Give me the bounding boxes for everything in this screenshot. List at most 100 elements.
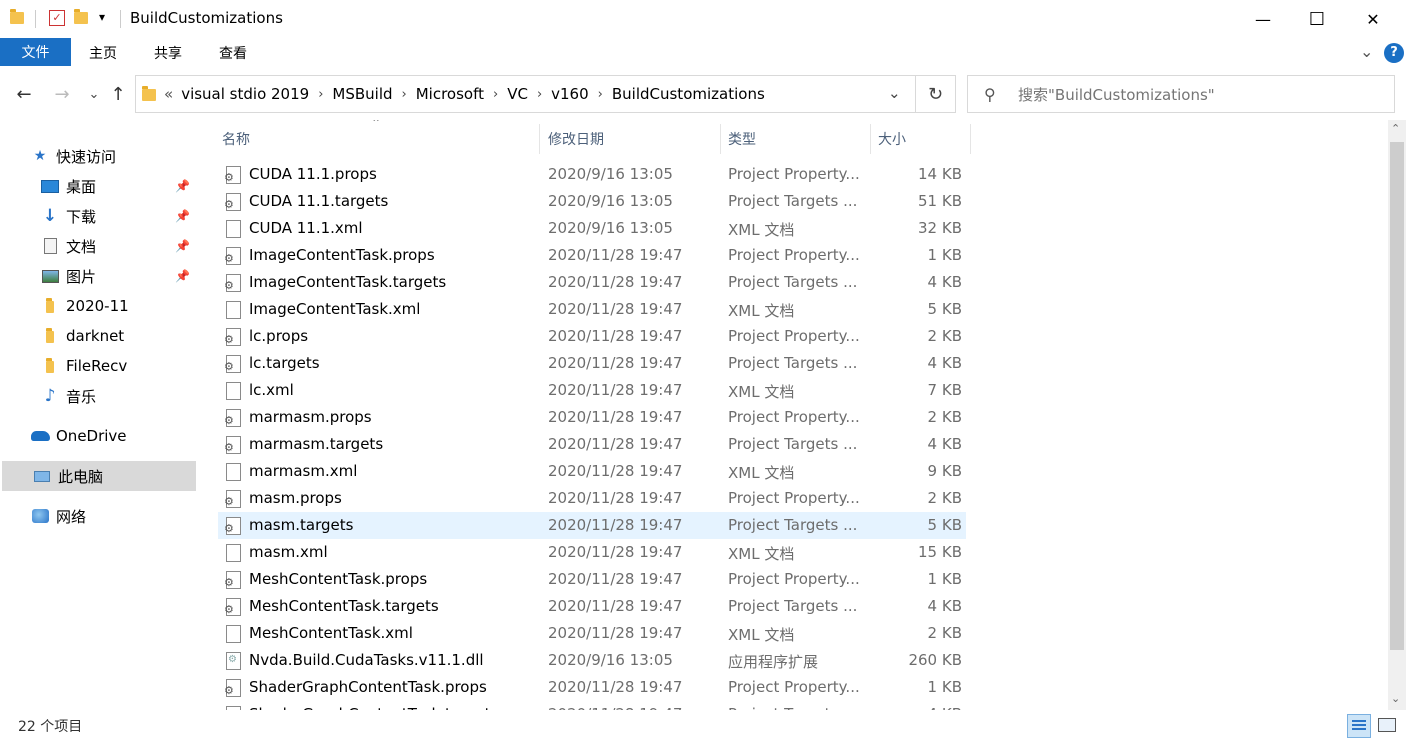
- address-dropdown-icon[interactable]: ⌄: [888, 84, 901, 102]
- vertical-scrollbar[interactable]: ⌃ ⌄: [1388, 120, 1406, 710]
- file-size: 2 KB: [927, 408, 962, 426]
- scroll-up-icon[interactable]: ⌃: [1391, 122, 1400, 135]
- up-button[interactable]: ↑: [106, 82, 130, 106]
- file-row[interactable]: CUDA 11.1.props 2020/9/16 13:05 Project Pr…: [218, 161, 966, 188]
- column-header-name[interactable]: 名称: [222, 124, 542, 154]
- sidebar-item-quick-access[interactable]: ★ 快速访问: [30, 141, 224, 171]
- file-row[interactable]: Nvda.Build.CudaTasks.v11.1.dll 2020/9/16 …: [218, 647, 966, 674]
- properties-icon[interactable]: ✓: [49, 10, 65, 26]
- sidebar-item-network[interactable]: 网络: [30, 501, 196, 531]
- file-row[interactable]: ImageContentTask.props 2020/11/28 19:47 Pr…: [218, 242, 966, 269]
- file-type: Project Property...: [728, 678, 860, 696]
- sidebar-item-darknet[interactable]: darknet: [40, 321, 196, 351]
- column-header-size[interactable]: 大小: [878, 124, 968, 154]
- tab-share[interactable]: 共享: [143, 40, 193, 66]
- project-file-icon: [224, 517, 241, 535]
- sidebar-item-downloads[interactable]: ↓ 下载 📌: [40, 201, 196, 231]
- file-row[interactable]: ImageContentTask.xml 2020/11/28 19:47 XML …: [218, 296, 966, 323]
- minimize-button[interactable]: —: [1236, 0, 1290, 38]
- pin-icon[interactable]: 📌: [175, 179, 190, 193]
- sidebar-item-pictures[interactable]: 图片 📌: [40, 261, 196, 291]
- pin-icon[interactable]: 📌: [175, 209, 190, 223]
- address-bar[interactable]: « visual stdio 2019 › MSBuild › Microsof…: [135, 75, 916, 113]
- sidebar-item-2020-11[interactable]: 2020-11: [40, 291, 196, 321]
- close-button[interactable]: ✕: [1346, 0, 1400, 38]
- star-icon: ★: [33, 148, 47, 164]
- sidebar-item-label: OneDrive: [56, 427, 127, 445]
- new-folder-icon[interactable]: [74, 9, 90, 26]
- file-row[interactable]: MeshContentTask.props 2020/11/28 19:47 Pro…: [218, 566, 966, 593]
- sidebar-item-label: 图片: [66, 267, 97, 286]
- breadcrumb-item[interactable]: MSBuild: [332, 85, 392, 103]
- sidebar-item-documents[interactable]: 文档 📌: [40, 231, 196, 261]
- recent-locations-button[interactable]: ⌄: [82, 82, 106, 106]
- file-row[interactable]: marmasm.xml 2020/11/28 19:47 XML 文档 9 KB: [218, 458, 966, 485]
- file-name: ImageContentTask.xml: [249, 300, 421, 318]
- search-input[interactable]: [1018, 84, 1378, 106]
- file-row[interactable]: MeshContentTask.targets 2020/11/28 19:47 P…: [218, 593, 966, 620]
- chevron-right-icon[interactable]: ›: [537, 87, 542, 102]
- ribbon: 文件 主页 共享 查看 ⌄ ?: [0, 38, 1408, 68]
- file-row[interactable]: CUDA 11.1.xml 2020/9/16 13:05 XML 文档 32 KB: [218, 215, 966, 242]
- file-row[interactable]: MeshContentTask.xml 2020/11/28 19:47 XML 文…: [218, 620, 966, 647]
- file-row[interactable]: CUDA 11.1.targets 2020/9/16 13:05 Project …: [218, 188, 966, 215]
- file-name: lc.xml: [249, 381, 294, 399]
- search-box: ⚲: [967, 75, 1395, 113]
- quick-access-dropdown[interactable]: ▾: [99, 10, 105, 24]
- refresh-button[interactable]: ↻: [916, 75, 956, 113]
- breadcrumb-item[interactable]: Microsoft: [416, 85, 484, 103]
- column-divider[interactable]: [970, 124, 971, 154]
- chevron-right-icon[interactable]: ›: [598, 87, 603, 102]
- pin-icon[interactable]: 📌: [175, 239, 190, 253]
- ribbon-expand-icon[interactable]: ⌄: [1360, 42, 1373, 61]
- file-row[interactable]: marmasm.targets 2020/11/28 19:47 Project T…: [218, 431, 966, 458]
- pin-icon[interactable]: 📌: [175, 269, 190, 283]
- help-icon[interactable]: ?: [1384, 43, 1404, 63]
- navigation-pane: ★ 快速访问 桌面 📌 ↓ 下载 📌 文档 📌 图片 📌 2020-11 dar…: [0, 120, 200, 700]
- column-divider[interactable]: [720, 124, 721, 154]
- sidebar-item-this-pc[interactable]: 此电脑: [2, 461, 196, 491]
- file-row[interactable]: masm.targets 2020/11/28 19:47 Project Targ…: [218, 512, 966, 539]
- forward-button[interactable]: →: [50, 82, 74, 106]
- sidebar-item-filerecv[interactable]: FileRecv: [40, 351, 196, 381]
- breadcrumb-item[interactable]: VC: [507, 85, 528, 103]
- tab-view[interactable]: 查看: [208, 40, 258, 66]
- details-view-icon[interactable]: [1347, 714, 1371, 738]
- file-row[interactable]: lc.xml 2020/11/28 19:47 XML 文档 7 KB: [218, 377, 966, 404]
- file-row[interactable]: masm.xml 2020/11/28 19:47 XML 文档 15 KB: [218, 539, 966, 566]
- xml-file-icon: [226, 463, 241, 481]
- column-header-type[interactable]: 类型: [728, 124, 868, 154]
- column-divider[interactable]: [870, 124, 871, 154]
- file-row[interactable]: ShaderGraphContentTask.props 2020/11/28 1…: [218, 674, 966, 701]
- file-row[interactable]: masm.props 2020/11/28 19:47 Project Proper…: [218, 485, 966, 512]
- tab-home[interactable]: 主页: [78, 40, 128, 66]
- back-button[interactable]: ←: [12, 82, 36, 106]
- project-file-icon: [224, 328, 241, 346]
- file-date: 2020/9/16 13:05: [548, 219, 673, 237]
- chevron-right-icon[interactable]: ›: [493, 87, 498, 102]
- breadcrumb-item[interactable]: BuildCustomizations: [612, 85, 765, 103]
- sidebar-item-music[interactable]: ♪ 音乐: [40, 381, 196, 411]
- tab-file[interactable]: 文件: [0, 38, 71, 66]
- file-row[interactable]: marmasm.props 2020/11/28 19:47 Project Pro…: [218, 404, 966, 431]
- large-icons-view-icon[interactable]: [1378, 718, 1396, 732]
- file-date: 2020/11/28 19:47: [548, 435, 683, 453]
- scrollbar-thumb[interactable]: [1390, 142, 1404, 650]
- sidebar-item-desktop[interactable]: 桌面 📌: [40, 171, 196, 201]
- file-row[interactable]: ImageContentTask.targets 2020/11/28 19:47…: [218, 269, 966, 296]
- file-size: 4 KB: [927, 597, 962, 615]
- column-divider[interactable]: [539, 124, 540, 154]
- sidebar-item-onedrive[interactable]: OneDrive: [30, 421, 196, 451]
- breadcrumb-item[interactable]: visual stdio 2019: [181, 85, 309, 103]
- breadcrumb-overflow[interactable]: «: [164, 85, 173, 103]
- column-header-date[interactable]: 修改日期: [548, 124, 718, 154]
- file-row[interactable]: lc.targets 2020/11/28 19:47 Project Target…: [218, 350, 966, 377]
- breadcrumb-item[interactable]: v160: [551, 85, 589, 103]
- maximize-button[interactable]: ☐: [1290, 0, 1344, 38]
- scroll-down-icon[interactable]: ⌄: [1391, 692, 1400, 705]
- file-size: 15 KB: [918, 543, 962, 561]
- chevron-right-icon[interactable]: ›: [318, 87, 323, 102]
- file-row[interactable]: ShaderGraphContentTask.targets2020/11/28…: [218, 701, 966, 710]
- chevron-right-icon[interactable]: ›: [402, 87, 407, 102]
- file-row[interactable]: lc.props 2020/11/28 19:47 Project Property…: [218, 323, 966, 350]
